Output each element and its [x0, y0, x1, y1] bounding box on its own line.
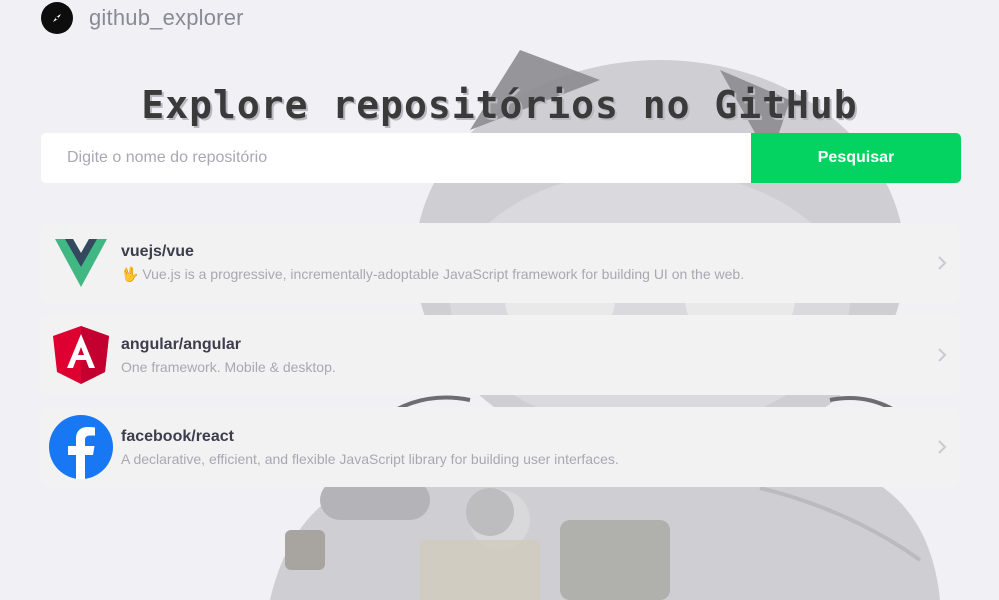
repository-info: angular/angular One framework. Mobile & … — [121, 336, 959, 375]
repository-description: One framework. Mobile & desktop. — [121, 358, 336, 375]
repository-item-react[interactable]: facebook/react A declarative, efficient,… — [41, 407, 959, 487]
search-button[interactable]: Pesquisar — [751, 133, 961, 183]
repository-list: vuejs/vue 🖖 Vue.js is a progressive, inc… — [41, 223, 959, 499]
repository-name: angular/angular — [121, 335, 242, 353]
page-title: Explore repositórios no GitHub — [141, 83, 858, 128]
repository-item-vue[interactable]: vuejs/vue 🖖 Vue.js is a progressive, inc… — [41, 223, 959, 303]
chevron-right-icon — [938, 440, 947, 454]
app-logo[interactable]: github_explorer — [41, 2, 244, 34]
repository-description: A declarative, efficient, and flexible J… — [121, 450, 619, 467]
page: github_explorer Explore repositórios no … — [0, 0, 999, 600]
repository-name: vuejs/vue — [121, 243, 194, 260]
repository-name: facebook/react — [121, 427, 234, 445]
chevron-right-icon — [938, 256, 947, 270]
repository-item-angular[interactable]: angular/angular One framework. Mobile & … — [41, 315, 959, 395]
repository-info: vuejs/vue 🖖 Vue.js is a progressive, inc… — [121, 243, 959, 283]
search-input[interactable] — [41, 133, 751, 183]
repository-info: facebook/react A declarative, efficient,… — [121, 428, 959, 467]
angular-logo-icon — [49, 323, 113, 387]
facebook-logo-icon — [49, 415, 113, 479]
vue-logo-icon — [49, 231, 113, 295]
compass-icon — [41, 2, 73, 34]
search-form: Pesquisar — [41, 133, 961, 183]
repository-description: 🖖 Vue.js is a progressive, incrementally… — [121, 266, 745, 282]
chevron-right-icon — [938, 348, 947, 362]
app-name: github_explorer — [89, 5, 244, 30]
